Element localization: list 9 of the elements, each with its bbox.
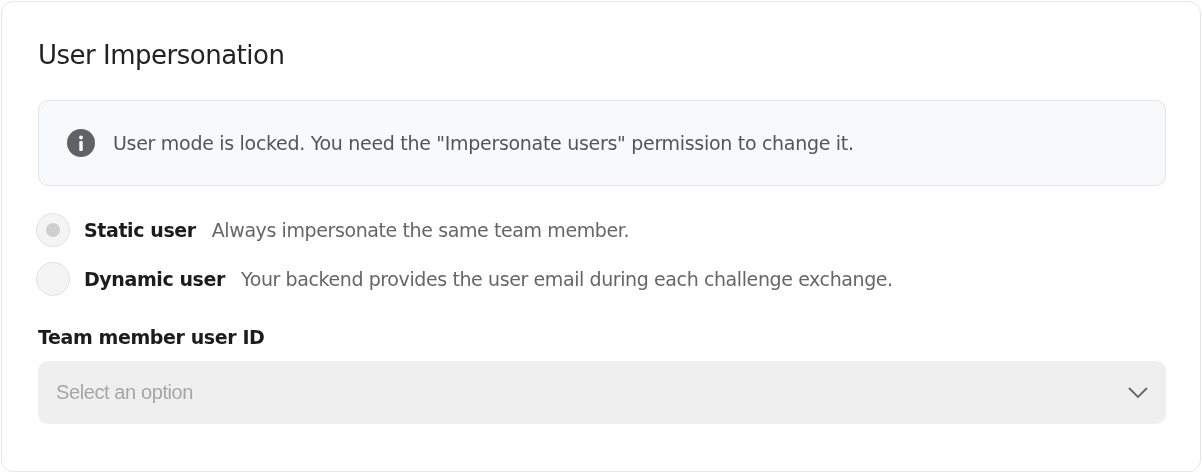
option-description: Always impersonate the same team member. [211, 219, 630, 241]
option-description: Your backend provides the user email during each challenge exchange. [241, 268, 893, 290]
field-label: Team member user ID [38, 326, 266, 348]
chevron-down-icon [1128, 386, 1148, 399]
info-icon [67, 129, 95, 157]
option-label: Static user [84, 219, 196, 241]
option-label: Dynamic user [84, 268, 225, 290]
notice-text: User mode is locked. You need the "Impersonate users" permission to change it. [113, 132, 854, 154]
section-title: User Impersonation [38, 40, 286, 70]
